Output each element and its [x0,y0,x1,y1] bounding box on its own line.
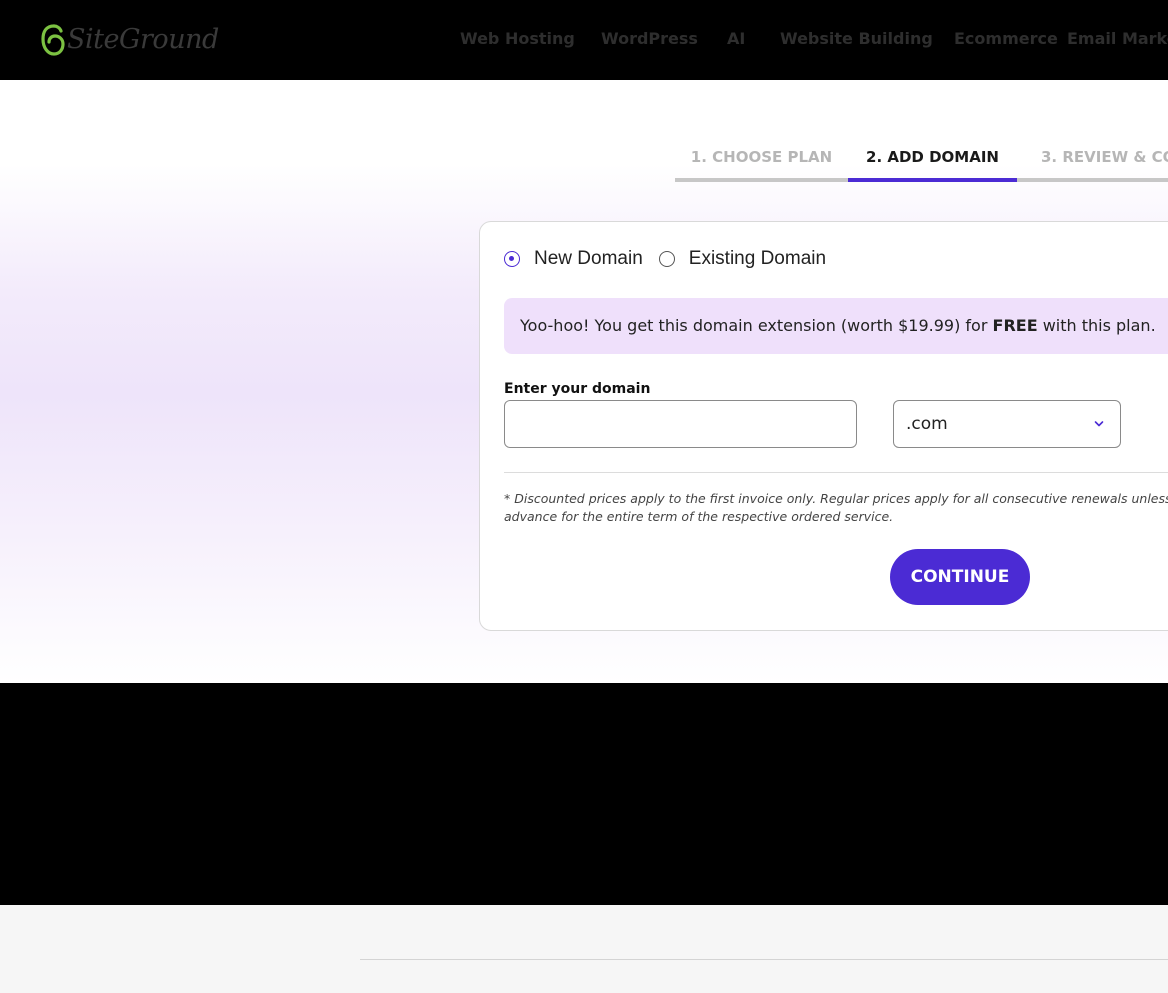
promo-text: Yoo-hoo! You get this domain extension (… [520,316,993,335]
nav-ecommerce[interactable]: Ecommerce [954,29,1058,48]
disclaimer-line: * Discounted prices apply to the first i… [504,491,1168,506]
radio-button[interactable] [658,251,675,267]
promo-text-end: with this plan. [1037,316,1156,335]
site-header: SiteGround Web Hosting WordPress AI Webs… [0,0,1168,80]
logo-swirl-icon [41,24,65,56]
continue-button[interactable]: CONTINUE [890,549,1030,605]
nav-ai[interactable]: AI [727,29,745,48]
step-label: 3. REVIEW & CON [1041,148,1168,166]
divider [504,472,1168,473]
radio-button[interactable] [504,251,520,267]
radio-new-domain[interactable]: New Domain [504,248,643,270]
step-label: 2. ADD DOMAIN [866,148,999,166]
promo-free: FREE [992,316,1038,335]
price-disclaimer: * Discounted prices apply to the first i… [504,490,1168,526]
footer-divider [360,959,1168,960]
chevron-down-icon [1094,421,1104,427]
free-domain-banner: Yoo-hoo! You get this domain extension (… [504,298,1168,354]
step-label: 1. CHOOSE PLAN [690,148,833,166]
step-progress-bar [675,178,848,182]
tld-value: .com [906,414,948,434]
domain-input[interactable] [504,400,857,448]
step-progress-bar [1017,178,1168,182]
step-progress-bar [848,178,1017,182]
step-review: 3. REVIEW & CON [1017,146,1168,182]
domain-card: New Domain Existing Domain Yoo-hoo! You … [479,221,1168,631]
tld-select[interactable]: .com [893,400,1121,448]
nav-website-building[interactable]: Website Building [780,29,933,48]
radio-label: New Domain [534,248,643,269]
nav-email-marketing[interactable]: Email Marke [1067,29,1168,48]
radio-label: Existing Domain [688,248,827,269]
nav-web-hosting[interactable]: Web Hosting [460,29,575,48]
disclaimer-line: advance for the entire term of the respe… [504,509,894,524]
checkout-steps: 1. CHOOSE PLAN 2. ADD DOMAIN 3. REVIEW &… [675,146,1168,182]
footer [0,905,1168,993]
radio-existing-domain[interactable]: Existing Domain [658,248,827,270]
step-add-domain: 2. ADD DOMAIN [848,146,1017,182]
logo-text: SiteGround [67,23,219,55]
nav-wordpress[interactable]: WordPress [601,29,698,48]
domain-field-label: Enter your domain [504,381,651,397]
dark-section [0,683,1168,905]
step-choose-plan[interactable]: 1. CHOOSE PLAN [675,146,848,182]
domain-type-radios: New Domain Existing Domain [504,248,842,270]
siteground-logo[interactable]: SiteGround [40,22,219,58]
